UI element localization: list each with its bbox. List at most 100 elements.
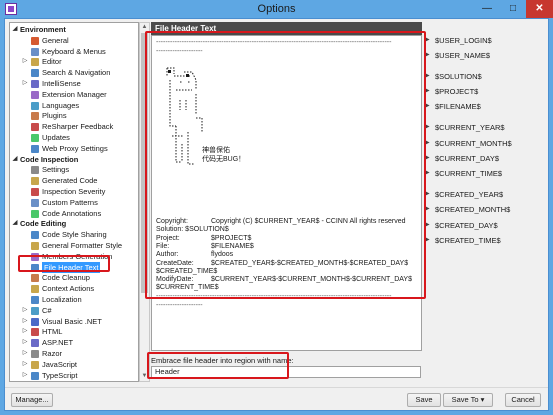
insert-arrow-icon: ▶ bbox=[425, 191, 430, 197]
macro-label: $USER_LOGIN$ bbox=[435, 36, 492, 45]
expand-icon[interactable]: ▷ bbox=[21, 316, 29, 327]
tree-item-label: Code Cleanup bbox=[42, 273, 90, 283]
tree-item[interactable]: Search & Navigation bbox=[10, 67, 138, 78]
header-key: Solution: $SOLUTION$ bbox=[156, 226, 229, 234]
tree-item-icon bbox=[31, 371, 39, 380]
save-button[interactable]: Save bbox=[407, 393, 441, 407]
tree-category[interactable]: ◢ Code Editing bbox=[10, 218, 138, 229]
ascii-caption-2: 代码无BUG！ bbox=[202, 156, 246, 163]
cancel-button[interactable]: Cancel bbox=[505, 393, 541, 407]
expand-icon[interactable]: ▷ bbox=[21, 370, 29, 381]
tree-item[interactable]: ▷ Visual Basic .NET bbox=[10, 316, 138, 327]
expand-icon[interactable]: ▷ bbox=[21, 56, 29, 67]
dialog-footer: Manage... Save Save To ▾ Cancel bbox=[5, 387, 548, 410]
tree-category[interactable]: ◢ Environment bbox=[10, 24, 138, 35]
tree-item[interactable]: ▷ Razor bbox=[10, 348, 138, 359]
tree-item[interactable]: ▷ IntelliSense bbox=[10, 78, 138, 89]
tree-item-icon bbox=[31, 69, 39, 78]
maximize-button[interactable]: □ bbox=[500, 0, 526, 18]
window-title: Options bbox=[257, 3, 296, 15]
scroll-down-icon[interactable]: ▼ bbox=[140, 372, 149, 381]
titlebar[interactable]: Options — □ ✕ bbox=[0, 0, 553, 18]
minimize-button[interactable]: — bbox=[474, 0, 500, 18]
tree-item[interactable]: ▷ Editor bbox=[10, 56, 138, 67]
tree-item-label: TypeScript bbox=[42, 370, 78, 380]
tree-item[interactable]: Web Proxy Settings bbox=[10, 143, 138, 154]
tree-item[interactable]: ▷ HTML bbox=[10, 326, 138, 337]
collapse-icon[interactable]: ◢ bbox=[11, 24, 19, 35]
header-text-editor[interactable]: -------------------- --------------------… bbox=[151, 35, 422, 351]
tree-item-label: ReSharper Feedback bbox=[42, 122, 114, 132]
region-label: Embrace file header into region with nam… bbox=[151, 356, 294, 365]
tree-item-label: Keyboard & Menus bbox=[42, 46, 106, 56]
tree-category-label: Code Editing bbox=[20, 219, 67, 229]
tree-item[interactable]: Keyboard & Menus bbox=[10, 46, 138, 57]
close-button[interactable]: ✕ bbox=[526, 0, 553, 18]
tree-item[interactable]: Plugins bbox=[10, 110, 138, 121]
tree-item-label: JavaScript bbox=[42, 359, 78, 369]
tree-item[interactable]: Inspection Severity bbox=[10, 186, 138, 197]
tree-item[interactable]: File Header Text bbox=[10, 261, 138, 273]
expand-icon[interactable]: ▷ bbox=[21, 326, 29, 337]
tree-item[interactable]: Settings bbox=[10, 164, 138, 175]
insert-arrow-icon: ▶ bbox=[425, 206, 430, 212]
insert-arrow-icon: ▶ bbox=[425, 37, 430, 43]
tree-item-label: Search & Navigation bbox=[42, 68, 111, 78]
tree-item[interactable]: Generated Code bbox=[10, 175, 138, 186]
tree-item[interactable]: Code Cleanup bbox=[10, 272, 138, 283]
scroll-thumb[interactable] bbox=[141, 33, 148, 293]
tree-category[interactable]: ◢ Code Inspection bbox=[10, 154, 138, 165]
tree-item[interactable]: Context Actions bbox=[10, 283, 138, 294]
tree-item[interactable]: Languages bbox=[10, 100, 138, 111]
tree-item-label: Inspection Severity bbox=[42, 187, 106, 196]
tree-item[interactable]: Updates bbox=[10, 132, 138, 143]
tree-item[interactable]: ▷ JavaScript bbox=[10, 359, 138, 370]
expand-icon[interactable]: ▷ bbox=[21, 78, 29, 89]
tree-item[interactable]: ▷ TypeScript bbox=[10, 370, 138, 381]
macro-label: $PROJECT$ bbox=[435, 87, 479, 96]
header-value: $PROJECT$ bbox=[211, 234, 252, 242]
insert-arrow-icon: ▶ bbox=[425, 124, 430, 130]
tree-item-icon bbox=[31, 350, 39, 358]
tree-item-label: Generated Code bbox=[42, 176, 98, 186]
tree-item[interactable]: General Formatter Style bbox=[10, 240, 138, 251]
tree-item[interactable]: Members Generation bbox=[10, 251, 138, 262]
tree-item[interactable]: ▷ C# bbox=[10, 305, 138, 316]
scroll-up-icon[interactable]: ▲ bbox=[140, 23, 149, 32]
tree-item[interactable]: Custom Patterns bbox=[10, 197, 138, 208]
tree-item-icon bbox=[31, 90, 39, 99]
tree-item-label: Visual Basic .NET bbox=[42, 316, 102, 326]
tree-item[interactable]: General bbox=[10, 35, 138, 46]
collapse-icon[interactable]: ◢ bbox=[11, 154, 19, 165]
save-to-button[interactable]: Save To ▾ bbox=[443, 393, 493, 407]
tree-item[interactable]: Code Annotations bbox=[10, 208, 138, 219]
tree-item-label: General Formatter Style bbox=[42, 241, 123, 250]
tree-scrollbar[interactable]: ▲ ▼ bbox=[139, 22, 150, 382]
expand-icon[interactable]: ▷ bbox=[21, 348, 29, 359]
tree-item-icon bbox=[31, 242, 39, 250]
tree-item[interactable]: Code Style Sharing bbox=[10, 229, 138, 240]
tree-item-label: Web Proxy Settings bbox=[42, 143, 108, 153]
header-row: File: $FILENAME$ bbox=[156, 243, 254, 251]
tree-item[interactable]: ▷ ASP.NET bbox=[10, 337, 138, 348]
header-row: Copyright: Copyright (C) $CURRENT_YEAR$ -… bbox=[156, 218, 406, 226]
manage-button[interactable]: Manage... bbox=[11, 393, 53, 407]
options-tree[interactable]: ◢ Environment General Keyboard & Menus ▷ Edit… bbox=[9, 22, 139, 382]
header-key: $CREATED_TIME$ bbox=[156, 267, 218, 275]
expand-icon[interactable]: ▷ bbox=[21, 305, 29, 316]
insert-arrow-icon: ▶ bbox=[425, 73, 430, 79]
header-key: CreateDate: bbox=[156, 259, 194, 267]
expand-icon[interactable]: ▷ bbox=[21, 337, 29, 348]
expand-icon[interactable]: ▷ bbox=[21, 359, 29, 370]
macro-label: $CURRENT_TIME$ bbox=[435, 169, 503, 178]
tree-item[interactable]: Extension Manager bbox=[10, 89, 138, 100]
collapse-icon[interactable]: ◢ bbox=[11, 218, 19, 229]
tree-item-label: Members Generation bbox=[42, 251, 113, 261]
tree-item-label: Extension Manager bbox=[42, 89, 107, 99]
tree-item-icon bbox=[31, 296, 39, 304]
tree-item[interactable]: ReSharper Feedback bbox=[10, 121, 138, 132]
region-name-input[interactable]: Header bbox=[151, 366, 421, 378]
tree-item-icon bbox=[31, 252, 39, 261]
header-row: ModifyDate: $CURRENT_YEAR$-$CURRENT_MONTH… bbox=[156, 276, 412, 284]
tree-item[interactable]: Localization bbox=[10, 294, 138, 305]
